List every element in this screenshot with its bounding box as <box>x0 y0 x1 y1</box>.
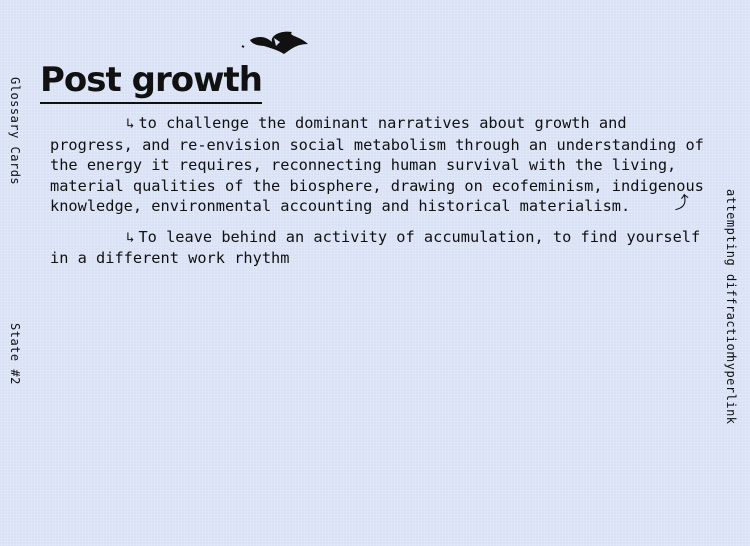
hyperlink-link[interactable]: hyperlink <box>724 355 738 425</box>
definition-text: to challenge the dominant narratives abo… <box>50 114 704 215</box>
card-title: Post growth <box>40 58 263 104</box>
return-arrow-icon: ↳ <box>126 229 135 246</box>
return-arrow-icon: ↳ <box>126 116 135 132</box>
curved-up-arrow-icon[interactable]: ⤴ <box>635 191 692 221</box>
card-body: ↳ to challenge the dominant narratives ab… <box>50 113 715 279</box>
bird-icon <box>241 31 308 54</box>
glossary-cards-label[interactable]: Glossary Cards <box>8 77 22 185</box>
reflection-paragraph: ↳ To leave behind an activity of accumula… <box>50 227 715 269</box>
attempting-diffraction-link[interactable]: attempting diffraction <box>724 189 738 359</box>
reflection-text: To leave behind an activity of accumulat… <box>50 227 701 268</box>
state-label[interactable]: State #2 <box>8 323 22 385</box>
definition-paragraph: ↳ to challenge the dominant narratives ab… <box>50 113 715 217</box>
